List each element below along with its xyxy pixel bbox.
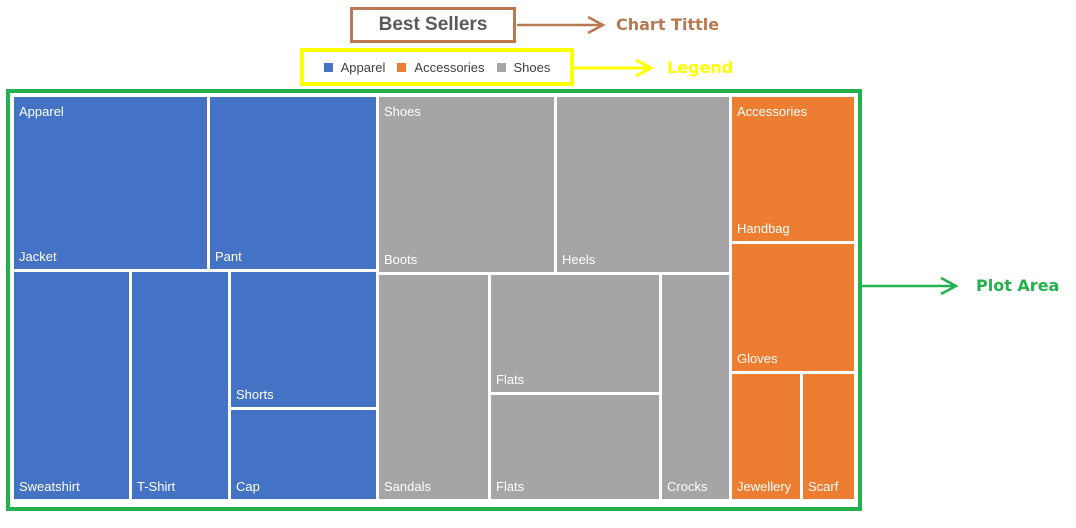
tile-label: Pant [215, 249, 242, 264]
tile-label: Sandals [384, 479, 431, 494]
tile-label: T-Shirt [137, 479, 176, 494]
treemap-tile-sandals[interactable] [377, 273, 490, 501]
treemap: Jacket Apparel Pant Sweatshirt T-Shirt Shorts… [12, 95, 856, 501]
tile-label: Sweatshirt [19, 479, 80, 494]
group-header-label: Shoes [384, 104, 421, 119]
tile-label: Crocks [667, 479, 708, 494]
treemap-tile-crocks[interactable] [660, 273, 731, 501]
treemap-tile-jacket[interactable] [12, 95, 209, 271]
tile-label: Scarf [808, 479, 839, 494]
tile-label: Boots [384, 252, 418, 267]
tile-label: Shorts [236, 387, 274, 402]
treemap-tile-t-shirt[interactable] [130, 270, 230, 501]
tile-label: Heels [562, 252, 596, 267]
treemap-group-shoes: Boots Shoes Heels Sandals Flats Flats Crocks [377, 95, 731, 501]
tile-label: Jewellery [737, 479, 792, 494]
tile-label: Jacket [19, 249, 57, 264]
treemap-tile-heels[interactable] [555, 95, 731, 274]
treemap-tile-boots[interactable] [377, 95, 556, 274]
group-header-label: Apparel [19, 104, 64, 119]
treemap-tile-pant[interactable] [208, 95, 378, 271]
tile-label: Cap [236, 479, 260, 494]
group-header-label: Accessories [737, 104, 808, 119]
tile-label: Flats [496, 372, 525, 387]
tile-label: Handbag [737, 221, 790, 236]
tile-label: Flats [496, 479, 525, 494]
tile-label: Gloves [737, 351, 778, 366]
treemap-tile-sweatshirt[interactable] [12, 270, 131, 501]
treemap-group-apparel: Jacket Apparel Pant Sweatshirt T-Shirt Shorts… [12, 95, 378, 501]
treemap-group-accessories: Handbag Accessories Gloves Jewellery Scarf [730, 95, 856, 501]
